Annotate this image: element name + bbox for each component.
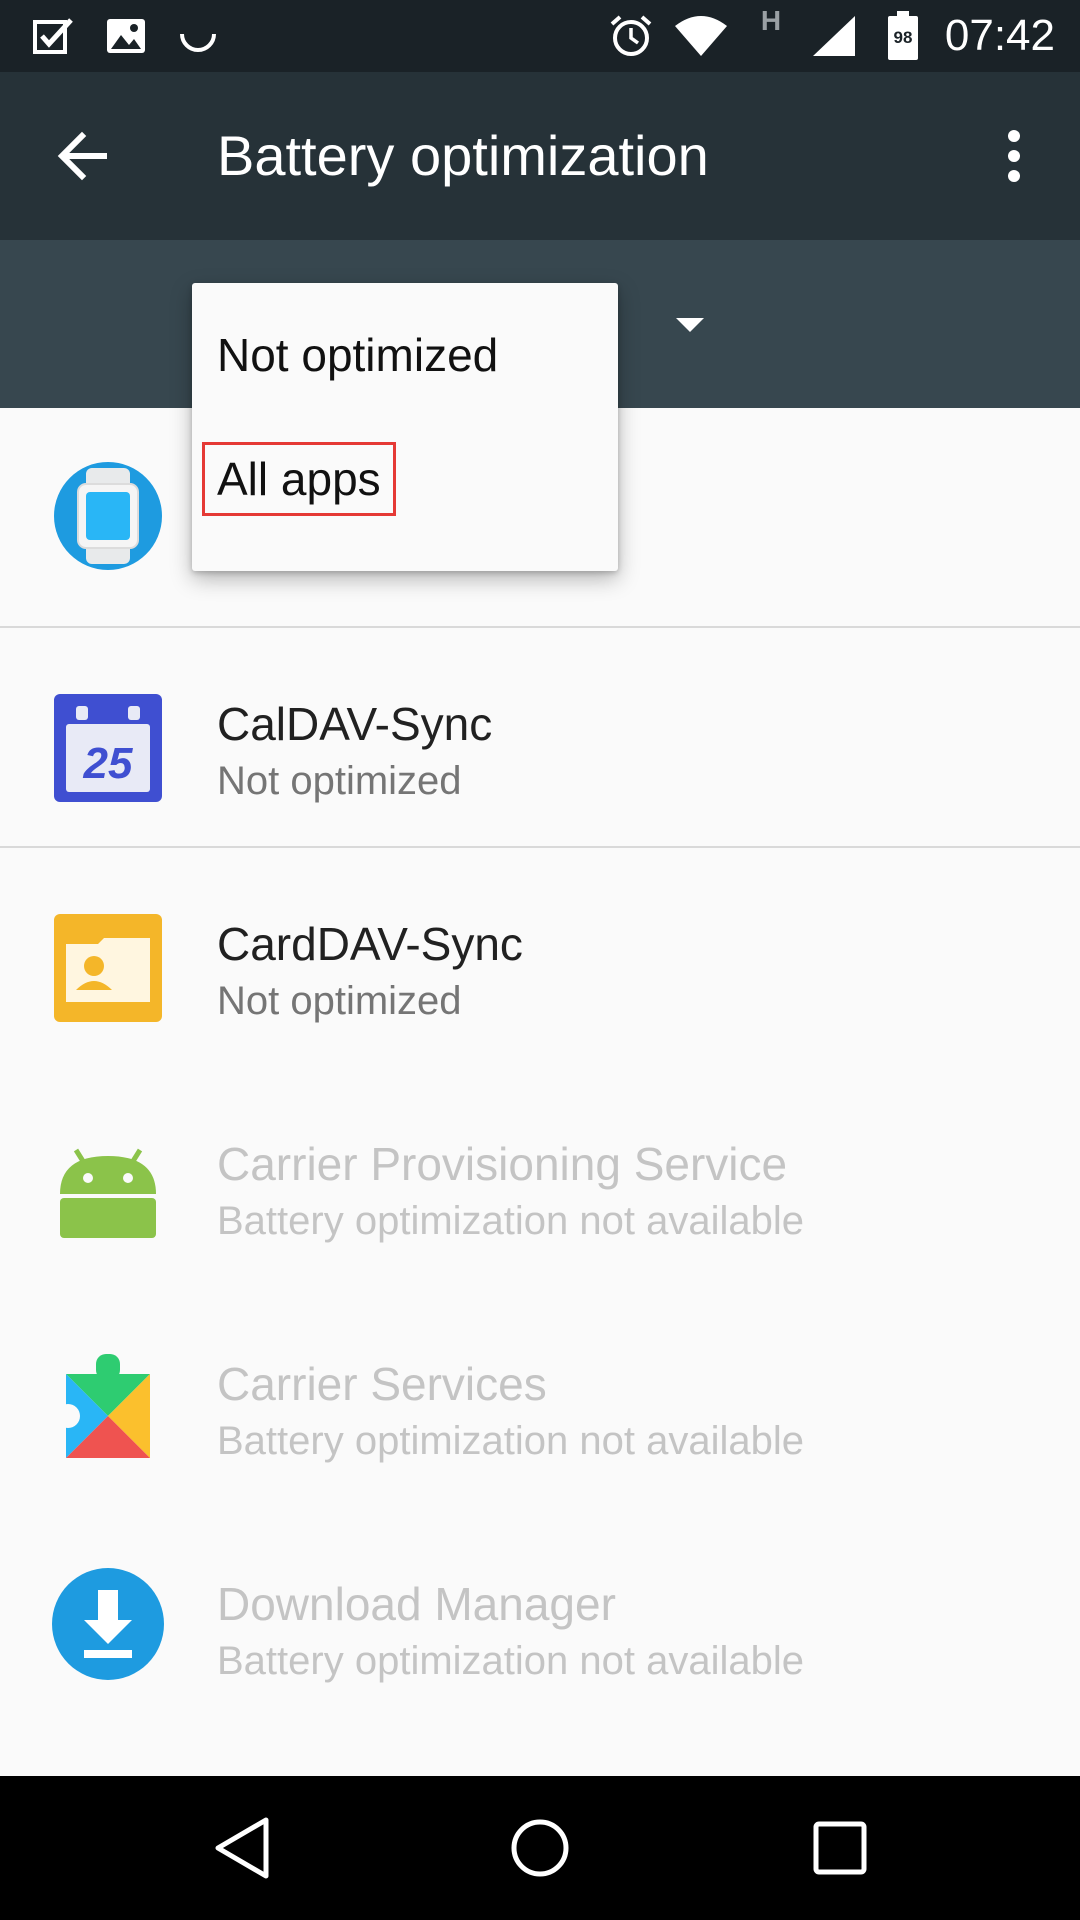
back-nav-icon[interactable]	[206, 1812, 278, 1884]
app-name: CalDAV-Sync	[217, 698, 493, 750]
wifi-icon	[672, 14, 730, 58]
network-type-label: H	[760, 5, 782, 36]
clock: 07:42	[944, 11, 1055, 60]
app-status: Not optimized	[217, 759, 462, 803]
battery-icon: 98	[886, 11, 920, 60]
page-title: Battery optimization	[217, 124, 709, 187]
signal-icon	[810, 14, 858, 58]
list-item: Download Manager Battery optimization no…	[0, 1508, 1080, 1728]
download-icon	[50, 1566, 166, 1682]
filter-dropdown-menu: Not optimized All apps	[192, 283, 618, 571]
dropdown-caret-icon[interactable]	[670, 310, 710, 340]
calendar-icon: 25	[50, 690, 166, 806]
sync-icon	[176, 14, 220, 58]
network-type-icon: H	[756, 5, 786, 36]
app-bar: Battery optimization	[0, 72, 1080, 240]
app-status: Battery optimization not available	[217, 1419, 804, 1463]
menu-item-label: All apps	[202, 442, 396, 516]
contacts-folder-icon	[50, 910, 166, 1026]
menu-item-not-optimized[interactable]: Not optimized	[192, 283, 618, 427]
app-name: Download Manager	[217, 1578, 616, 1630]
app-status: Battery optimization not available	[217, 1199, 804, 1243]
app-name: Carrier Provisioning Service	[217, 1138, 788, 1190]
menu-item-all-apps[interactable]: All apps	[192, 427, 618, 571]
home-nav-icon[interactable]	[504, 1812, 576, 1884]
app-status: Not optimized	[217, 979, 462, 1023]
alarm-icon	[608, 14, 654, 58]
list-item[interactable]: CardDAV-Sync Not optimized	[0, 848, 1080, 1068]
app-name: Carrier Services	[217, 1358, 547, 1410]
recents-nav-icon[interactable]	[804, 1812, 876, 1884]
tasks-icon	[30, 14, 76, 58]
status-bar: H 98 07:42	[0, 0, 1080, 72]
carrier-services-icon	[50, 1346, 166, 1462]
app-name: CardDAV-Sync	[217, 918, 523, 970]
list-item: Carrier Provisioning Service Battery opt…	[0, 1068, 1080, 1288]
android-robot-icon	[50, 1130, 166, 1246]
navigation-bar	[0, 1776, 1080, 1920]
image-icon	[104, 14, 148, 58]
battery-level: 98	[893, 28, 913, 47]
menu-item-label: Not optimized	[217, 329, 499, 381]
android-wear-icon	[50, 458, 166, 574]
more-vert-icon[interactable]	[990, 124, 1038, 188]
list-item: Carrier Services Battery optimization no…	[0, 1288, 1080, 1508]
app-status: Battery optimization not available	[217, 1639, 804, 1683]
calendar-icon-number: 25	[83, 739, 133, 788]
arrow-back-icon[interactable]	[50, 124, 114, 188]
list-item[interactable]: 25 CalDAV-Sync Not optimized	[0, 628, 1080, 848]
